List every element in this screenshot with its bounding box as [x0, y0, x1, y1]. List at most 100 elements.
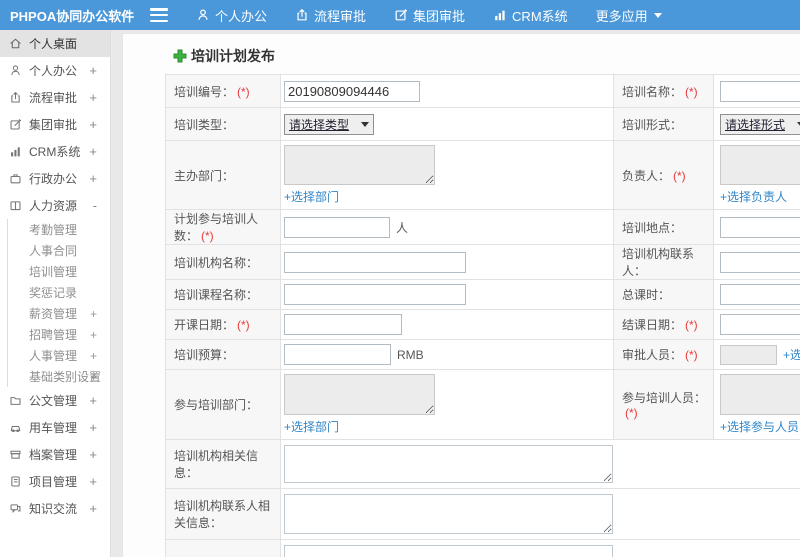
field-label: 培训机构联系人相关信息：	[174, 499, 271, 530]
chart-icon	[495, 10, 505, 21]
select-approver-link[interactable]: +选择审批人员	[783, 346, 800, 363]
select-leader-link[interactable]: +选择负责人	[720, 188, 787, 205]
org-name-input[interactable]	[284, 251, 466, 273]
nav-workflow-approval[interactable]: 流程审批	[281, 0, 380, 30]
nav-more-apps[interactable]: 更多应用	[582, 0, 676, 30]
top-nav: 个人办公 流程审批 集团审批 CRM系统 更多应用	[182, 0, 676, 30]
expand-plus[interactable]: +	[89, 420, 97, 435]
join-dept-textarea[interactable]	[284, 374, 435, 415]
sidebar-item-vehicle[interactable]: 用车管理 +	[0, 414, 110, 441]
sidebar-item-desktop[interactable]: 个人桌面	[0, 30, 110, 57]
expand-plus[interactable]: +	[90, 307, 97, 321]
start-date-input[interactable]	[284, 314, 402, 335]
sidebar-sub-attendance[interactable]: 考勤管理	[8, 219, 110, 240]
sidebar-sub-base-category[interactable]: 基础类别设置 +	[8, 366, 110, 387]
field-label: 参与培训人员：	[622, 391, 707, 405]
nav-crm-system[interactable]: CRM系统	[479, 0, 582, 30]
expand-plus[interactable]: +	[89, 171, 97, 186]
required-mark: (*)	[201, 229, 214, 243]
hr-submenu: 考勤管理 人事合同 培训管理 奖惩记录 薪资管理 + 招聘管理 + 人事管理 + 基础…	[7, 219, 110, 387]
sidebar-item-knowledge[interactable]: 知识交流 +	[0, 495, 110, 522]
join-users-textarea[interactable]	[720, 374, 800, 415]
expand-plus[interactable]: +	[90, 349, 97, 363]
field-label: 培训名称：	[622, 84, 683, 99]
expand-plus[interactable]: +	[90, 370, 97, 384]
participant-count-input[interactable]	[284, 216, 390, 238]
sidebar-item-group-approval[interactable]: 集团审批 +	[0, 111, 110, 138]
field-label: 开课日期：	[174, 318, 235, 332]
host-dept-textarea[interactable]	[284, 145, 435, 185]
collapse-minus[interactable]: -	[93, 198, 97, 213]
training-place-input[interactable]	[720, 216, 800, 238]
required-mark: (*)	[685, 318, 698, 332]
sidebar-item-workflow-approval[interactable]: 流程审批 +	[0, 84, 110, 111]
nav-label: CRM系统	[512, 8, 568, 24]
field-label: 计划参与培训人数：	[174, 212, 259, 243]
expand-plus[interactable]: +	[89, 90, 97, 105]
budget-input[interactable]	[284, 344, 391, 365]
sidebar-item-label: 项目管理	[29, 475, 78, 489]
sidebar-sub-salary[interactable]: 薪资管理 +	[8, 303, 110, 324]
select-join-dept-link[interactable]: +选择部门	[284, 418, 339, 435]
sidebar-item-label: 个人桌面	[29, 37, 78, 51]
select-dept-link[interactable]: +选择部门	[284, 188, 339, 205]
field-label: 培训课程名称：	[174, 288, 259, 302]
nav-group-approval[interactable]: 集团审批	[380, 0, 479, 30]
sidebar-sub-recruit[interactable]: 招聘管理 +	[8, 324, 110, 345]
field-label: 主办部门：	[174, 168, 235, 183]
sidebar-sub-training[interactable]: 培训管理	[8, 261, 110, 282]
sidebar-sub-personnel[interactable]: 人事管理 +	[8, 345, 110, 366]
training-name-input[interactable]	[720, 80, 800, 102]
org-contact-info-textarea[interactable]	[284, 494, 613, 534]
sidebar-sub-hr-contract[interactable]: 人事合同	[8, 240, 110, 261]
field-label: 培训机构相关信息：	[174, 449, 259, 480]
expand-plus[interactable]: +	[89, 447, 97, 462]
home-icon	[10, 38, 21, 49]
sidebar-item-personal-office[interactable]: 个人办公 +	[0, 57, 110, 84]
expand-plus[interactable]: +	[89, 144, 97, 159]
table-row: 培训类型： 请选择类型 培训形式： 请选择形式	[165, 107, 800, 141]
leader-textarea[interactable]	[720, 145, 800, 185]
org-info-textarea[interactable]	[284, 445, 613, 483]
nav-personal-office[interactable]: 个人办公	[182, 0, 281, 30]
sidebar-item-documents[interactable]: 公文管理 +	[0, 387, 110, 414]
sidebar-item-hr[interactable]: 人力资源 -	[0, 192, 110, 219]
course-name-input[interactable]	[284, 284, 466, 305]
expand-plus[interactable]: +	[89, 474, 97, 489]
training-no-input[interactable]	[284, 80, 420, 102]
field-label: 培训机构联系人：	[622, 247, 695, 278]
field-label: 培训类型：	[174, 117, 235, 132]
expand-plus[interactable]: +	[89, 393, 97, 408]
sidebar-item-projects[interactable]: 项目管理 +	[0, 468, 110, 495]
sidebar-item-crm[interactable]: CRM系统 +	[0, 138, 110, 165]
total-hours-input[interactable]	[720, 284, 800, 305]
expand-plus[interactable]: +	[89, 63, 97, 78]
approver-box[interactable]	[720, 344, 777, 365]
sidebar-item-label: 集团审批	[29, 118, 78, 132]
sidebar-item-label: 档案管理	[29, 448, 78, 462]
org-contact-input[interactable]	[720, 251, 800, 273]
training-mode-select[interactable]: 请选择形式	[720, 113, 800, 135]
training-type-select[interactable]: 请选择类型	[284, 113, 374, 135]
table-row: 参与培训部门： +选择部门 参与培训人员：(*) +选择参与人员	[165, 369, 800, 440]
end-date-input[interactable]	[720, 314, 800, 335]
requirement-textarea[interactable]	[284, 545, 613, 557]
table-row: 计划参与培训人数： (*) 人 培训地点：	[165, 209, 800, 245]
expand-plus[interactable]: +	[89, 501, 97, 516]
sidebar-item-label: 人力资源	[29, 199, 78, 213]
field-label: 总课时：	[622, 288, 671, 302]
sidebar-item-archives[interactable]: 档案管理 +	[0, 441, 110, 468]
table-row: 培训机构名称： 培训机构联系人：	[165, 244, 800, 280]
table-row: 培训机构相关信息：	[165, 439, 800, 489]
expand-plus[interactable]: +	[89, 117, 97, 132]
sidebar-item-admin-office[interactable]: 行政办公 +	[0, 165, 110, 192]
table-row: 开课日期： (*) 结课日期： (*)	[165, 309, 800, 340]
sidebar: 个人桌面 个人办公 + 流程审批 + 集团审批 + CRM系统 + 行政办公 +	[0, 30, 111, 557]
sidebar-item-label: 用车管理	[29, 421, 78, 435]
sidebar-sub-reward[interactable]: 奖惩记录	[8, 282, 110, 303]
menu-icon[interactable]	[150, 8, 168, 22]
top-header: PHPOA协同办公软件 个人办公 流程审批 集团审批 CRM系统 更多应用	[0, 0, 800, 30]
expand-plus[interactable]: +	[90, 328, 97, 342]
select-join-users-link[interactable]: +选择参与人员	[720, 418, 799, 435]
upload-icon	[11, 91, 20, 103]
